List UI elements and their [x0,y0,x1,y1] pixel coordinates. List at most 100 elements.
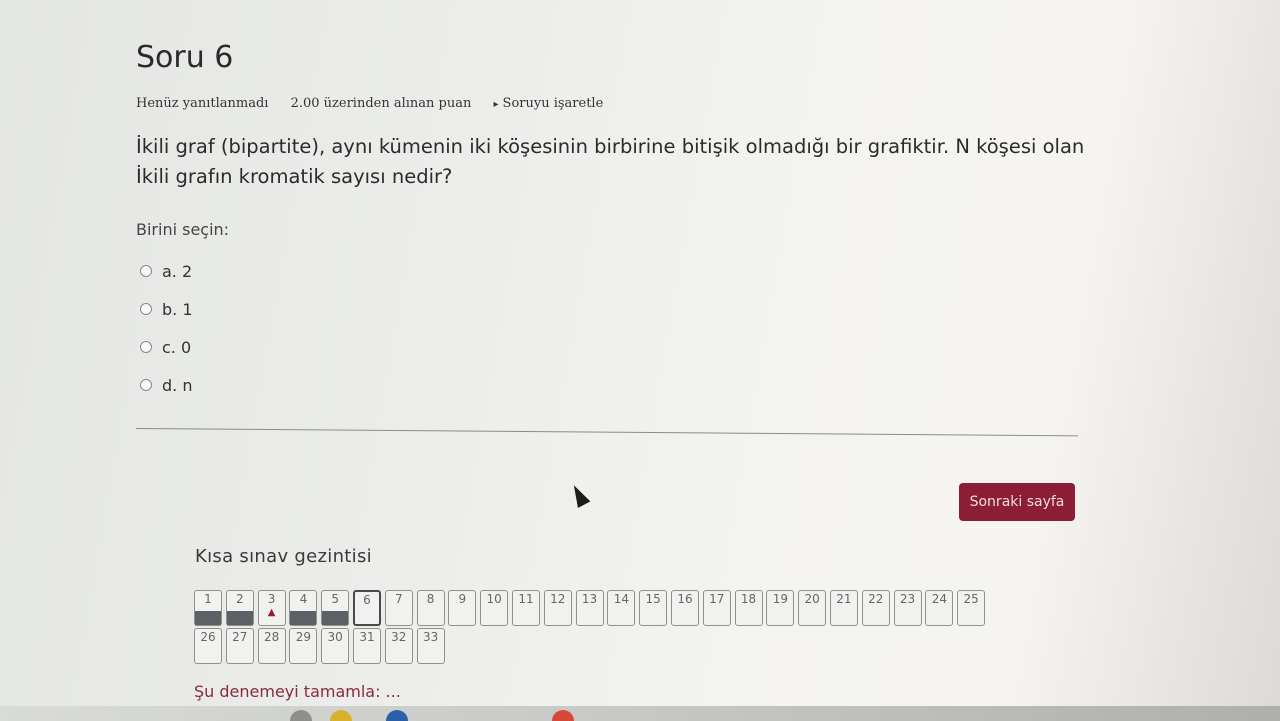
quiz-nav-button-28[interactable]: 28 [257,628,286,664]
quiz-nav-number: 5 [331,592,339,606]
option-a-label: a. 2 [162,261,193,281]
answer-status: Henüz yanıtlanmadı [136,96,269,111]
option-d[interactable]: d. n [140,366,193,404]
question-title: Soru 6 [136,40,234,75]
question-text: İkili graf (bipartite), aynı kümenin iki… [136,135,1085,188]
quiz-nav-number: 8 [426,592,435,606]
answered-indicator [195,611,221,625]
quiz-nav-button-33[interactable]: 33 [416,628,445,664]
quiz-nav-number: 19 [772,592,788,606]
quiz-nav-button-16[interactable]: 16 [670,590,699,626]
quiz-nav-number: 27 [232,630,248,644]
quiz-nav-number: 26 [200,630,216,644]
taskbar [0,706,1280,721]
option-c-radio[interactable] [140,341,152,353]
flagged-triangle-icon: ▲ [267,607,276,618]
quiz-nav-button-7[interactable]: 7 [384,590,413,626]
quiz-nav-button-20[interactable]: 20 [798,590,827,626]
answered-indicator [322,611,349,625]
flag-question-link[interactable]: ▸ Soruyu işaretle [494,96,622,111]
quiz-nav-number: 13 [581,592,598,606]
quiz-nav-button-4[interactable]: 4 [289,590,318,626]
quiz-nav-number: 32 [391,630,407,644]
quiz-nav-button-11[interactable]: 11 [511,590,540,626]
quiz-nav-number: 18 [740,592,757,606]
quiz-nav-button-32[interactable]: 32 [384,628,413,664]
flag-question-label: Soruyu işaretle [502,96,604,111]
quiz-nav-button-23[interactable]: 23 [893,590,922,626]
quiz-nav-number: 17 [709,592,725,606]
quiz-nav-number: 30 [327,630,343,644]
quiz-nav-number: 33 [422,630,439,644]
quiz-nav-button-6[interactable]: 6 [352,590,381,626]
quiz-nav-row-2: 26 27 28 29 30 31 32 33 [194,628,448,664]
option-c[interactable]: c. 0 [140,328,193,366]
quiz-nav-number: 4 [299,592,308,606]
flag-icon: ▸ [493,99,499,110]
quiz-nav-number: 25 [963,592,979,606]
mouse-cursor [567,482,591,508]
quiz-nav-button-25[interactable]: 25 [957,590,986,626]
quiz-nav-number: 2 [235,592,244,606]
score-info: 2.00 üzerinden alınan puan [290,96,472,111]
option-c-label: c. 0 [162,337,192,357]
section-divider [135,428,1078,437]
quiz-nav-button-29[interactable]: 29 [289,628,318,664]
answer-prompt: Birini seçin: [136,220,230,239]
option-d-radio[interactable] [140,379,152,391]
quiz-nav-button-19[interactable]: 19 [766,590,795,626]
quiz-nav-number: 14 [613,592,629,606]
quiz-nav-number: 1 [204,592,212,606]
quiz-nav-number: 12 [550,592,566,606]
option-a-radio[interactable] [140,265,152,277]
option-b[interactable]: b. 1 [140,290,193,328]
quiz-nav-button-9[interactable]: 9 [448,590,477,626]
quiz-nav-number: 15 [645,592,661,606]
quiz-nav-button-17[interactable]: 17 [702,590,731,626]
quiz-nav-number: 9 [458,592,467,606]
quiz-nav-row-1: 1 2 3 ▲ 4 5 6 7 8 9 10 11 12 13 14 15 16 17 18 19 20 21 22 23 24… [194,590,989,626]
quiz-nav-button-12[interactable]: 12 [543,590,572,626]
quiz-nav-number: 16 [677,592,693,606]
quiz-nav-button-13[interactable]: 13 [575,590,604,626]
quiz-nav-button-5[interactable]: 5 [321,590,350,626]
quiz-nav-number: 20 [804,592,820,606]
quiz-nav-button-27[interactable]: 27 [225,628,254,664]
quiz-nav-number: 24 [931,592,947,606]
quiz-nav-number: 10 [486,592,502,606]
answer-options: a. 2 b. 1 c. 0 d. n [140,252,193,404]
quiz-nav-number: 7 [394,592,403,606]
question-info: Henüz yanıtlanmadı 2.00 üzerinden alınan… [136,96,639,111]
quiz-nav-number: 22 [868,592,884,606]
quiz-nav-number: 6 [363,593,371,607]
option-b-label: b. 1 [162,299,193,319]
quiz-nav-button-31[interactable]: 31 [352,628,381,664]
quiz-nav-button-22[interactable]: 22 [861,590,890,626]
quiz-nav-number: 29 [295,630,312,644]
quiz-nav-button-15[interactable]: 15 [639,590,668,626]
option-d-label: d. n [162,375,193,395]
quiz-nav-button-1[interactable]: 1 [194,590,222,626]
quiz-nav-button-18[interactable]: 18 [734,590,763,626]
quiz-nav-number: 31 [359,630,375,644]
finish-attempt-link[interactable]: Şu denemeyi tamamla: ... [194,682,401,701]
answered-indicator [290,611,317,625]
quiz-nav-button-10[interactable]: 10 [480,590,509,626]
next-page-button[interactable]: Sonraki sayfa [959,483,1075,521]
quiz-nav-button-21[interactable]: 21 [829,590,858,626]
option-b-radio[interactable] [140,303,152,315]
quiz-navigation-title: Kısa sınav gezintisi [195,546,372,567]
quiz-nav-number: 3 [267,592,276,606]
quiz-nav-button-30[interactable]: 30 [321,628,350,664]
quiz-nav-number: 21 [836,592,852,606]
quiz-nav-button-26[interactable]: 26 [194,628,222,664]
quiz-nav-button-2[interactable]: 2 [225,590,254,626]
quiz-nav-button-8[interactable]: 8 [416,590,445,626]
answered-indicator [226,611,253,625]
quiz-nav-button-24[interactable]: 24 [925,590,954,626]
quiz-nav-number: 23 [899,592,916,606]
quiz-nav-number: 11 [518,592,534,606]
option-a[interactable]: a. 2 [140,252,193,290]
quiz-nav-button-14[interactable]: 14 [607,590,636,626]
quiz-nav-button-3[interactable]: 3 ▲ [257,590,286,626]
